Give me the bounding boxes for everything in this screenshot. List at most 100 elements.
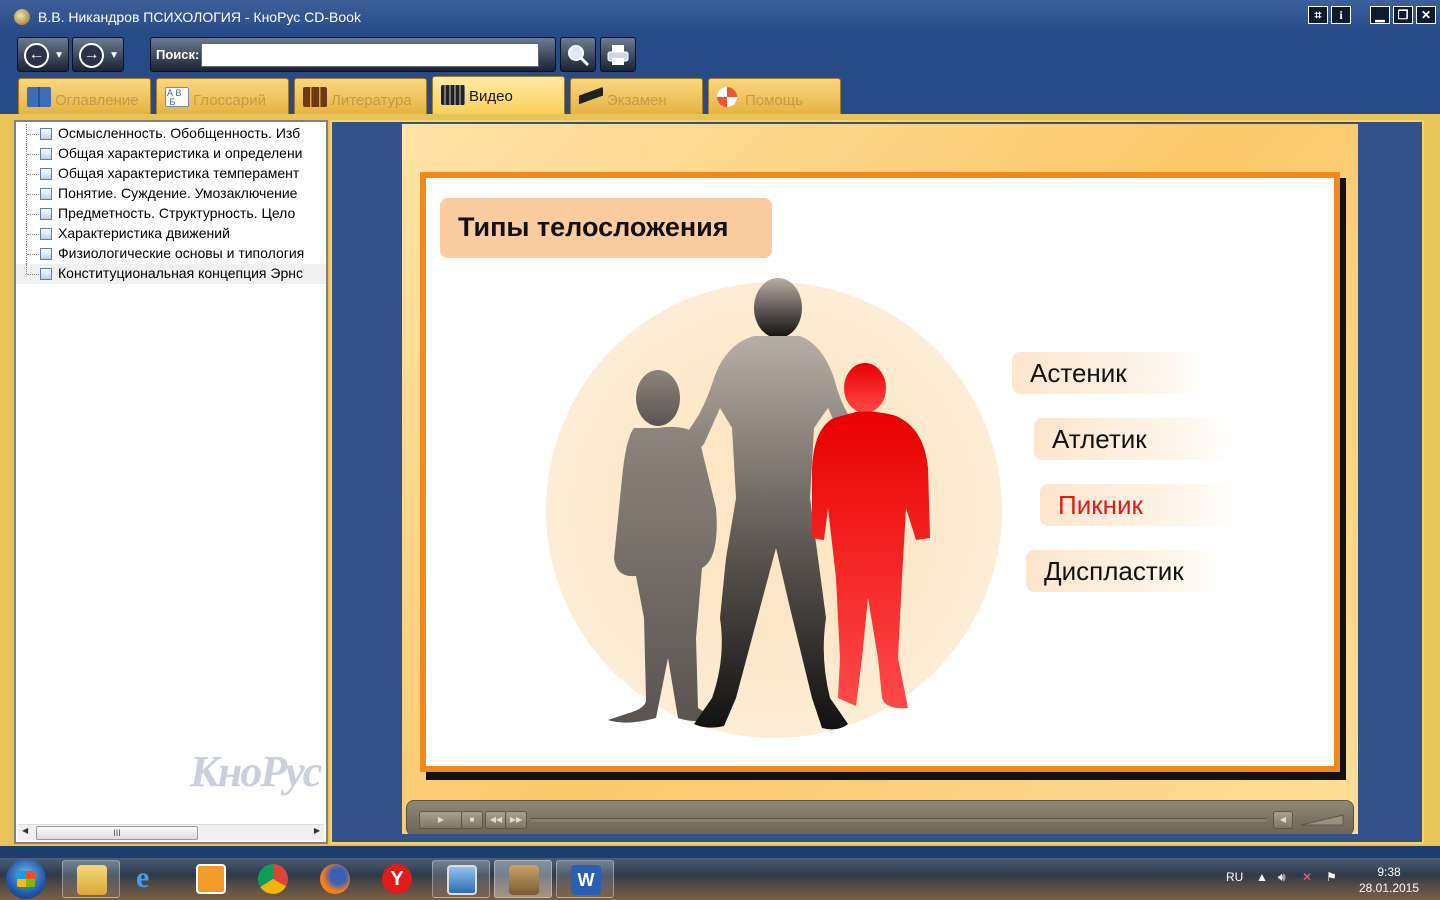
- title-bar: В.В. Никандров ПСИХОЛОГИЯ - КноРус CD-Bo…: [0, 0, 1440, 34]
- minimize-icon[interactable]: ▁: [1370, 6, 1390, 24]
- stop-icon[interactable]: ■: [461, 811, 483, 829]
- photo-viewer-icon: [447, 865, 477, 895]
- folder-icon: [77, 865, 107, 895]
- action-center-icon[interactable]: ⚑: [1326, 870, 1337, 884]
- forward-button[interactable]: → ▼: [72, 37, 124, 72]
- taskbar-app-chrome[interactable]: [244, 860, 302, 898]
- maximize-icon[interactable]: ❐: [1393, 6, 1413, 24]
- search-label: Поиск:: [156, 47, 200, 62]
- taskbar-app-internet-explorer[interactable]: e: [122, 860, 180, 898]
- page-icon: [40, 208, 52, 220]
- knorus-icon: [509, 865, 539, 895]
- fast-forward-icon[interactable]: ▶▶: [505, 811, 527, 829]
- taskbar-app-explorer[interactable]: [62, 860, 120, 898]
- tab-bar: Оглавление А В Б Глоссарий Литература Ви…: [0, 76, 1440, 114]
- slide-title: Типы телосложения: [440, 198, 772, 258]
- media-player-icon: [196, 864, 226, 894]
- body-type-asthenic[interactable]: Астеник: [1012, 352, 1208, 394]
- taskbar-app-firefox[interactable]: [306, 860, 364, 898]
- tab-label: Оглавление: [55, 92, 139, 109]
- firefox-icon: [320, 864, 350, 894]
- tree-item[interactable]: Физиологические основы и типология: [16, 244, 326, 264]
- back-button[interactable]: ← ▼: [17, 37, 69, 72]
- chevron-down-icon[interactable]: ▼: [109, 50, 119, 61]
- body-type-pyknic[interactable]: Пикник: [1040, 484, 1236, 526]
- printer-icon: [607, 45, 629, 65]
- scroll-left-icon[interactable]: ◀: [22, 826, 28, 835]
- tab-video[interactable]: Видео: [432, 76, 565, 114]
- body-type-figures: [608, 278, 930, 730]
- close-icon[interactable]: ✕: [1416, 6, 1436, 24]
- graduation-cap-icon: [579, 87, 603, 107]
- taskbar-app-media-player[interactable]: [182, 860, 240, 898]
- tab-label: Экзамен: [607, 92, 667, 109]
- tree-item[interactable]: Понятие. Суждение. Умозаключение: [16, 184, 326, 204]
- arrow-right-icon: →: [79, 43, 104, 68]
- taskbar-app-word[interactable]: W: [556, 860, 614, 898]
- tree-item-selected[interactable]: Конституциональная концепция Эрнс: [16, 264, 326, 284]
- body-type-athletic[interactable]: Атлетик: [1034, 418, 1230, 460]
- page-icon: [40, 128, 52, 140]
- speaker-icon[interactable]: ◀: [1273, 811, 1293, 829]
- play-icon[interactable]: ▶: [419, 811, 463, 829]
- word-icon: W: [571, 865, 601, 895]
- seek-bar[interactable]: [531, 818, 1267, 822]
- fullscreen-icon[interactable]: ⌗: [1308, 6, 1328, 24]
- app-icon[interactable]: [14, 9, 30, 25]
- network-error-icon[interactable]: ✕: [1302, 870, 1312, 884]
- tab-glossary[interactable]: А В Б Глоссарий: [156, 78, 289, 114]
- page-icon: [40, 268, 52, 280]
- horizontal-scrollbar[interactable]: ◀ III ▶: [18, 824, 324, 840]
- video-player-controls: ▶ ■ ◀◀ ▶▶ ◀: [406, 800, 1354, 834]
- app-window: В.В. Никандров ПСИХОЛОГИЯ - КноРус CD-Bo…: [0, 0, 1440, 900]
- books-icon: [303, 87, 327, 107]
- page-icon: [40, 248, 52, 260]
- print-button[interactable]: [600, 37, 636, 72]
- tab-exam[interactable]: Экзамен: [570, 78, 703, 114]
- info-icon[interactable]: i: [1331, 6, 1351, 24]
- tree-item[interactable]: Общая характеристика темперамент: [16, 164, 326, 184]
- chevron-down-icon[interactable]: ▼: [54, 50, 64, 61]
- contents-tree: Осмысленность. Обобщенность. Изб Общая х…: [14, 120, 328, 844]
- search-input[interactable]: [201, 43, 539, 67]
- tree-item[interactable]: Характеристика движений: [16, 224, 326, 244]
- video-stage: Типы телосложения Астеник Атлетик Пикник…: [402, 124, 1358, 834]
- clock-time: 9:38: [1377, 865, 1401, 879]
- tab-label: Помощь: [745, 92, 803, 109]
- tab-contents[interactable]: Оглавление: [18, 78, 151, 114]
- video-panel: Типы телосложения Астеник Атлетик Пикник…: [330, 120, 1424, 844]
- film-icon: [441, 85, 465, 105]
- abc-icon: А В Б: [165, 87, 189, 107]
- windows-logo-icon: [17, 871, 35, 887]
- scroll-right-icon[interactable]: ▶: [314, 826, 320, 835]
- lifebuoy-icon: [717, 87, 737, 107]
- tab-label: Глоссарий: [193, 92, 266, 109]
- scroll-thumb[interactable]: III: [36, 826, 198, 840]
- taskbar-app-yandex[interactable]: Y: [368, 860, 426, 898]
- tab-help[interactable]: Помощь: [708, 78, 841, 114]
- internet-explorer-icon: e: [136, 861, 150, 894]
- speaker-tray-icon[interactable]: 🔊︎: [1278, 870, 1286, 885]
- main-area: Осмысленность. Обобщенность. Изб Общая х…: [0, 114, 1440, 846]
- start-button[interactable]: [6, 859, 46, 899]
- page-icon: [40, 148, 52, 160]
- clock-date: 28.01.2015: [1358, 881, 1420, 895]
- tree-item[interactable]: Предметность. Структурность. Цело: [16, 204, 326, 224]
- language-indicator[interactable]: RU: [1226, 870, 1243, 884]
- page-icon: [40, 228, 52, 240]
- taskbar-app-knorus[interactable]: [494, 860, 552, 898]
- taskbar-app-photo-viewer[interactable]: [432, 860, 490, 898]
- tree-item[interactable]: Осмысленность. Обобщенность. Изб: [16, 124, 326, 144]
- tree-item[interactable]: Общая характеристика и определени: [16, 144, 326, 164]
- show-hidden-icons-icon[interactable]: ▲: [1256, 870, 1268, 884]
- book-icon: [27, 87, 51, 107]
- system-clock[interactable]: 9:38 28.01.2015: [1354, 864, 1424, 896]
- arrow-left-icon: ←: [24, 43, 49, 68]
- tab-literature[interactable]: Литература: [294, 78, 427, 114]
- volume-slider[interactable]: [1299, 811, 1345, 829]
- body-type-dysplastic[interactable]: Диспластик: [1026, 550, 1222, 592]
- rewind-icon[interactable]: ◀◀: [485, 811, 507, 829]
- video-slide: Типы телосложения Астеник Атлетик Пикник…: [420, 172, 1340, 772]
- knorus-watermark-logo: КноРус: [190, 747, 322, 796]
- search-button[interactable]: [560, 37, 596, 72]
